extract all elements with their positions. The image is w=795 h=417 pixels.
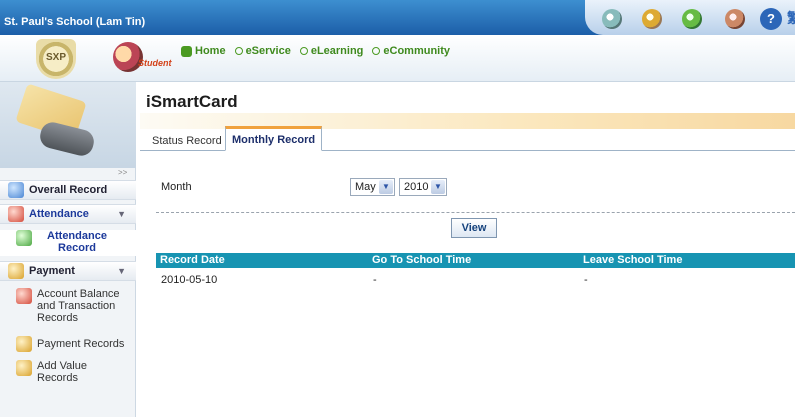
- chevron-down-icon: ▼: [379, 180, 393, 194]
- sidebar-item-label: Overall Record: [29, 184, 108, 196]
- table-cell-go-to-school-time: -: [373, 274, 377, 286]
- header: SXP Student Home eService eLearning eCom…: [0, 35, 795, 82]
- role-label: Student: [138, 58, 172, 68]
- card-reader-image: [37, 119, 97, 159]
- sidebar-item-add-value-records[interactable]: Add Value Records: [0, 360, 136, 386]
- crest-text: SXP: [45, 52, 66, 63]
- nav-ecommunity[interactable]: eCommunity: [372, 45, 450, 57]
- column-header-record-date: Record Date: [160, 254, 225, 266]
- nav-elearning[interactable]: eLearning: [299, 45, 364, 57]
- attendance-record-icon: [16, 230, 32, 246]
- sidebar-section-attendance[interactable]: Attendance ▼: [0, 204, 136, 224]
- month-select-value: May: [355, 181, 376, 193]
- table-cell-record-date: 2010-05-10: [161, 274, 218, 286]
- sidebar-item-overall-record[interactable]: Overall Record: [0, 180, 136, 200]
- calendar-icon[interactable]: [725, 9, 745, 29]
- chevron-down-icon: ▼: [117, 209, 126, 219]
- sidebar-item-account-balance[interactable]: Account Balance and Transaction Records: [0, 288, 136, 328]
- sidebar-item-label: Attendance Record: [47, 230, 107, 254]
- nav-eservice[interactable]: eService: [234, 45, 291, 57]
- smartcard-banner-image: [0, 82, 136, 168]
- help-icon[interactable]: ?: [760, 8, 782, 30]
- sidebar-item-label: Payment Records: [37, 338, 125, 350]
- nav-eservice-label: eService: [245, 45, 291, 57]
- tab-status-record[interactable]: Status Record: [152, 132, 222, 151]
- home-icon[interactable]: [682, 9, 702, 29]
- collapse-sidebar-button[interactable]: >>: [118, 168, 127, 177]
- year-select-value: 2010: [404, 181, 429, 193]
- month-select[interactable]: May ▼: [350, 178, 395, 196]
- payment-icon: [8, 263, 24, 279]
- nav-ecommunity-label: eCommunity: [383, 45, 451, 57]
- sidebar-section-payment[interactable]: Payment ▼: [0, 261, 136, 281]
- column-header-leave-school-time: Leave School Time: [583, 254, 683, 266]
- sidebar-section-label: Payment: [29, 265, 75, 277]
- year-select[interactable]: 2010 ▼: [399, 178, 447, 196]
- sidebar-item-payment-records[interactable]: Payment Records: [0, 336, 136, 352]
- tool-icon[interactable]: [602, 9, 622, 29]
- sidebar-item-label: Account Balance and Transaction Records: [37, 288, 120, 324]
- tab-monthly-record[interactable]: Monthly Record: [225, 126, 323, 151]
- table-header-row: Record Date Go To School Time Leave Scho…: [156, 253, 795, 268]
- nav-home[interactable]: Home: [181, 45, 226, 57]
- top-navigation: Home eService eLearning eCommunity: [181, 45, 450, 57]
- top-bar: St. Paul's School (Lam Tin) ? 繁: [0, 0, 795, 35]
- language-icon[interactable]: 繁: [787, 8, 795, 28]
- bullet-icon: [299, 47, 308, 55]
- add-value-icon: [16, 360, 32, 376]
- sidebar-section-label: Attendance: [29, 208, 89, 220]
- page-title: iSmartCard: [146, 92, 238, 111]
- bullet-icon: [234, 47, 243, 55]
- view-button[interactable]: View: [451, 218, 497, 238]
- month-label: Month: [161, 181, 192, 193]
- school-name: St. Paul's School (Lam Tin): [4, 16, 146, 28]
- sidebar-item-label: Add Value Records: [37, 360, 87, 384]
- top-icon-group: ? 繁: [585, 0, 795, 35]
- account-balance-icon: [16, 288, 32, 304]
- sidebar: >> Overall Record Attendance ▼ Attendanc…: [0, 82, 136, 417]
- table-cell-leave-school-time: -: [584, 274, 588, 286]
- settings-icon[interactable]: [642, 9, 662, 29]
- chevron-down-icon: ▼: [117, 266, 126, 276]
- sidebar-item-attendance-record[interactable]: Attendance Record: [0, 230, 136, 256]
- bullet-icon: [372, 47, 381, 55]
- overall-record-icon: [8, 182, 24, 198]
- divider: [156, 212, 795, 213]
- school-crest-logo: SXP: [36, 39, 76, 79]
- attendance-icon: [8, 206, 24, 222]
- column-header-go-to-school-time: Go To School Time: [372, 254, 472, 266]
- chevron-down-icon: ▼: [431, 180, 445, 194]
- home-nav-icon: [181, 45, 192, 57]
- payment-records-icon: [16, 336, 32, 352]
- nav-home-label: Home: [195, 45, 226, 57]
- nav-elearning-label: eLearning: [310, 45, 364, 57]
